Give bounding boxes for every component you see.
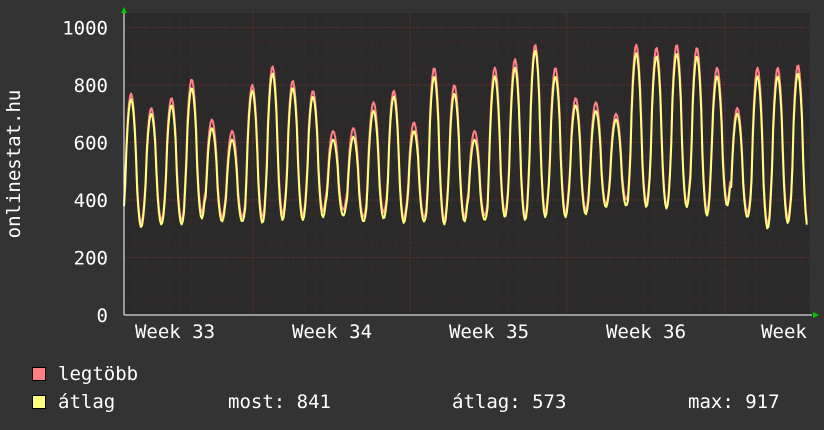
x-axis-ticks: Week 33 Week 34 Week 35 Week 36 Week [135, 321, 807, 343]
x-axis-arrow-icon [813, 312, 819, 318]
y-tick-label: 0 [97, 305, 108, 327]
y-axis-arrow-icon [121, 7, 127, 13]
chart-container: 0 200 400 600 800 1000 Week 33 Week 34 Week 35 W… [0, 0, 824, 430]
stat-maximum: max: 917 [688, 391, 780, 413]
legend-swatch-max [32, 367, 46, 381]
legend-item-avg: átlag [32, 391, 115, 413]
legend-swatch-avg [32, 395, 46, 409]
stat-current: most: 841 [228, 391, 331, 413]
y-axis-ticks: 0 200 400 600 800 1000 [62, 17, 108, 327]
x-tick-label: Week [761, 321, 807, 343]
legend-label-avg: átlag [58, 391, 116, 413]
y-tick-label: 400 [74, 190, 108, 212]
y-tick-label: 800 [74, 75, 108, 97]
stat-average: átlag: 573 [452, 391, 567, 413]
legend-label-max: legtöbb [58, 363, 139, 385]
y-axis-label: onlinestat.hu [3, 90, 25, 239]
x-tick-label: Week 34 [292, 321, 372, 343]
x-tick-label: Week 36 [606, 321, 686, 343]
legend-item-max: legtöbb [32, 363, 138, 385]
x-tick-label: Week 35 [449, 321, 529, 343]
y-tick-label: 600 [74, 132, 108, 154]
x-tick-label: Week 33 [135, 321, 215, 343]
y-tick-label: 200 [74, 247, 108, 269]
y-tick-label: 1000 [62, 17, 108, 39]
